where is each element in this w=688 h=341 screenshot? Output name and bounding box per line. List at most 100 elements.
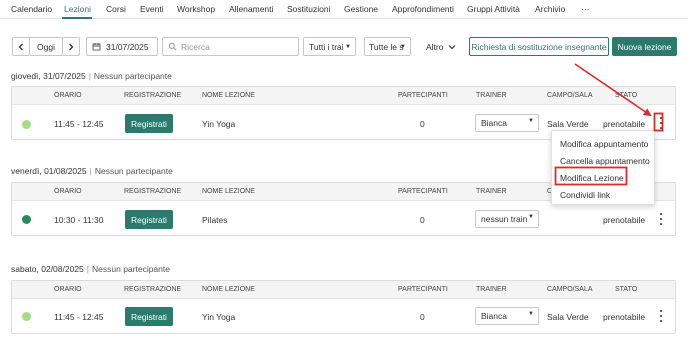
day-header: venerdì, 01/08/2025 | Nessun partecipante (11, 166, 173, 176)
participants-summary: Nessun partecipante (94, 166, 173, 176)
more-options-icon[interactable] (659, 310, 663, 322)
col-status: STATO (615, 92, 638, 99)
nav-lezioni[interactable]: Lezioni (64, 4, 91, 14)
day-date: sabato, 02/08/2025 (11, 264, 84, 274)
lesson-name: Yin Yoga (202, 119, 236, 129)
lesson-time: 10:30 - 11:30 (54, 215, 104, 225)
col-status: STATO (615, 286, 638, 293)
top-navigation: Calendario Lezioni Corsi Eventi Workshop… (0, 0, 688, 19)
lesson-time: 11:45 - 12:45 (54, 312, 104, 322)
caret-down-icon: ▼ (400, 43, 406, 50)
participants-count: 0 (420, 215, 425, 225)
menu-share-link[interactable]: Condividi link (560, 190, 610, 200)
active-tab-indicator (62, 17, 92, 19)
lesson-status: prenotabile (603, 312, 646, 322)
more-options-icon[interactable] (659, 117, 663, 129)
more-options-icon[interactable] (659, 213, 663, 225)
lesson-options-menu: Modifica appuntamento Cancella appuntame… (551, 130, 655, 205)
participants-count: 0 (420, 119, 425, 129)
search-icon (168, 42, 177, 51)
trainer-select[interactable]: Bianca ▼ (475, 114, 539, 132)
lesson-name: Yin Yoga (202, 312, 236, 322)
col-room: CAMPO/SALA (547, 286, 593, 293)
day-header: sabato, 02/08/2025 | Nessun partecipante (11, 264, 170, 274)
participants-summary: Nessun partecipante (92, 264, 170, 274)
room-filter-value: Tutte le s (369, 41, 404, 52)
register-button[interactable]: Registrati (125, 114, 173, 133)
nav-gruppi-attivita[interactable]: Gruppi Attività (467, 4, 520, 14)
chevron-down-icon (449, 44, 456, 49)
col-registration: REGISTRAZIONE (124, 188, 182, 195)
trainer-filter[interactable]: Tutti i trai ▼ (303, 37, 356, 56)
new-lesson-button[interactable]: Nuova lezione (612, 37, 677, 56)
nav-eventi[interactable]: Eventi (140, 4, 164, 14)
menu-edit-lesson[interactable]: Modifica Lezione (560, 173, 624, 183)
status-dot (22, 215, 31, 224)
lesson-name: Pilates (202, 215, 228, 225)
participants-summary: Nessun partecipante (93, 71, 172, 81)
room-filter[interactable]: Tutte le s ▼ (364, 37, 411, 56)
lesson-card: ORARIO REGISTRAZIONE NOME LEZIONE PARTEC… (11, 280, 676, 334)
room-name: Sala Verde (547, 119, 589, 129)
prev-button[interactable] (12, 37, 30, 56)
room-name: Sala Verde (547, 312, 589, 322)
nav-more-icon[interactable]: ··· (581, 4, 590, 14)
trainer-filter-value: Tutti i trai (309, 41, 344, 52)
trainer-select[interactable]: Bianca ▼ (475, 307, 539, 325)
nav-archivio[interactable]: Archivio (535, 4, 565, 14)
register-button[interactable]: Registrati (125, 210, 173, 229)
nav-allenamenti[interactable]: Allenamenti (229, 4, 273, 14)
nav-calendario[interactable]: Calendario (11, 4, 52, 14)
date-value: 31/07/2025 (106, 41, 149, 52)
substitute-request-button[interactable]: Richiesta di sostituzione insegnante (469, 37, 609, 56)
lesson-time: 11:45 - 12:45 (54, 119, 104, 129)
trainer-value: Bianca (481, 118, 507, 128)
more-filters-label: Altro (426, 41, 444, 52)
nav-sostituzioni[interactable]: Sostituzioni (287, 4, 330, 14)
trainer-value: Bianca (481, 311, 507, 321)
col-participants: PARTECIPANTI (398, 188, 448, 195)
col-time: ORARIO (54, 92, 82, 99)
participants-count: 0 (420, 312, 425, 322)
nav-gestione[interactable]: Gestione (344, 4, 378, 14)
chevron-right-icon (69, 43, 74, 50)
table-header: ORARIO REGISTRAZIONE NOME LEZIONE PARTEC… (12, 281, 675, 299)
search-placeholder: Ricerca (181, 41, 210, 52)
col-time: ORARIO (54, 188, 82, 195)
col-participants: PARTECIPANTI (398, 92, 448, 99)
chevron-left-icon (18, 43, 23, 50)
day-header: giovedì, 31/07/2025 | Nessun partecipante (11, 71, 172, 81)
day-date: venerdì, 01/08/2025 (11, 166, 87, 176)
caret-down-icon: ▼ (345, 43, 351, 50)
col-name: NOME LEZIONE (202, 286, 255, 293)
caret-down-icon: ▼ (528, 214, 534, 220)
nav-workshop[interactable]: Workshop (177, 4, 215, 14)
lesson-status: prenotabile (603, 119, 646, 129)
menu-cancel-appointment[interactable]: Cancella appuntamento (560, 156, 650, 166)
col-name: NOME LEZIONE (202, 92, 255, 99)
caret-down-icon: ▼ (528, 311, 534, 317)
more-filters-button[interactable]: Altro (420, 37, 462, 56)
nav-corsi[interactable]: Corsi (106, 4, 126, 14)
col-participants: PARTECIPANTI (398, 286, 448, 293)
col-registration: REGISTRAZIONE (124, 92, 182, 99)
status-dot (22, 120, 31, 129)
next-button[interactable] (62, 37, 80, 56)
lesson-status: prenotabile (603, 215, 646, 225)
calendar-icon (92, 43, 101, 51)
today-button[interactable]: Oggi (29, 37, 63, 56)
search-input[interactable]: Ricerca (162, 37, 299, 56)
menu-edit-appointment[interactable]: Modifica appuntamento (560, 139, 648, 149)
col-trainer: TRAINER (476, 92, 507, 99)
col-name: NOME LEZIONE (202, 188, 255, 195)
col-room: CAMPO/SALA (547, 92, 593, 99)
status-dot (22, 312, 31, 321)
table-header: ORARIO REGISTRAZIONE NOME LEZIONE PARTEC… (12, 87, 675, 105)
day-date: giovedì, 31/07/2025 (11, 71, 86, 81)
trainer-value: nessun train (481, 214, 528, 224)
nav-approfondimenti[interactable]: Approfondimenti (392, 4, 454, 14)
trainer-select[interactable]: nessun train ▼ (475, 210, 539, 228)
date-picker[interactable]: 31/07/2025 (86, 37, 158, 56)
col-trainer: TRAINER (476, 188, 507, 195)
register-button[interactable]: Registrati (125, 307, 173, 326)
